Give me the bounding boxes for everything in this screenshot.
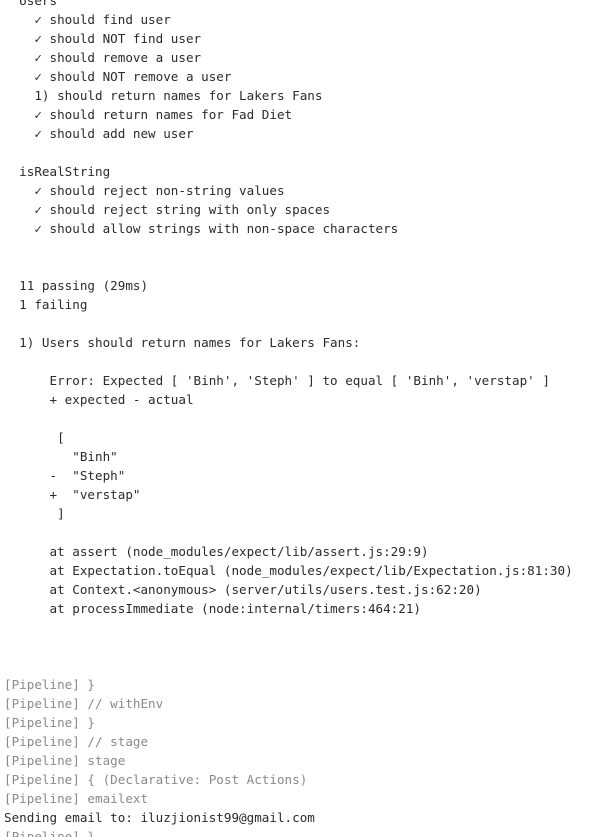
console-line: "Binh": [4, 449, 118, 464]
console-line: ✓ should return names for Fad Diet: [4, 107, 293, 122]
console-line: 1) Users should return names for Lakers …: [4, 335, 361, 350]
console-line: 11 passing (29ms): [4, 278, 149, 293]
console-output: Users ✓ should find user ✓ should NOT fi…: [0, 0, 595, 837]
console-line: ✓ should add new user: [4, 126, 194, 141]
pipeline-log-line: [Pipeline] stage: [4, 753, 126, 768]
console-line: 1) should return names for Lakers Fans: [4, 88, 323, 103]
console-line: Users: [4, 0, 58, 8]
console-line: ✓ should NOT find user: [4, 31, 202, 46]
console-line: ✓ should find user: [4, 12, 171, 27]
pipeline-log-line: [Pipeline] emailext: [4, 791, 149, 806]
console-line: at Expectation.toEqual (node_modules/exp…: [4, 563, 573, 578]
pipeline-log-line: [Pipeline] }: [4, 677, 95, 692]
pipeline-log-line: [Pipeline] // stage: [4, 734, 149, 749]
console-line: ✓ should remove a user: [4, 50, 202, 65]
pipeline-log-line: [Pipeline] }: [4, 829, 95, 837]
console-line: ]: [4, 506, 65, 521]
console-line: at assert (node_modules/expect/lib/asser…: [4, 544, 429, 559]
console-line: at processImmediate (node:internal/timer…: [4, 601, 422, 616]
console-line: + expected - actual: [4, 392, 194, 407]
console-line: - "Steph": [4, 468, 126, 483]
console-line: isRealString: [4, 164, 111, 179]
console-line: 1 failing: [4, 297, 88, 312]
pipeline-log-line: [Pipeline] // withEnv: [4, 696, 164, 711]
pipeline-log-line: [Pipeline] { (Declarative: Post Actions): [4, 772, 308, 787]
console-line: ✓ should allow strings with non-space ch…: [4, 221, 399, 236]
console-line: [: [4, 430, 65, 445]
console-line: ✓ should reject non-string values: [4, 183, 285, 198]
console-line: at Context.<anonymous> (server/utils/use…: [4, 582, 482, 597]
pipeline-log-line: [Pipeline] }: [4, 715, 95, 730]
console-line: Sending email to: iluzjionist99@gmail.co…: [4, 810, 315, 825]
console-line: Error: Expected [ 'Binh', 'Steph' ] to e…: [4, 373, 550, 388]
console-line: + "verstap": [4, 487, 141, 502]
console-line: ✓ should NOT remove a user: [4, 69, 232, 84]
console-line: ✓ should reject string with only spaces: [4, 202, 331, 217]
